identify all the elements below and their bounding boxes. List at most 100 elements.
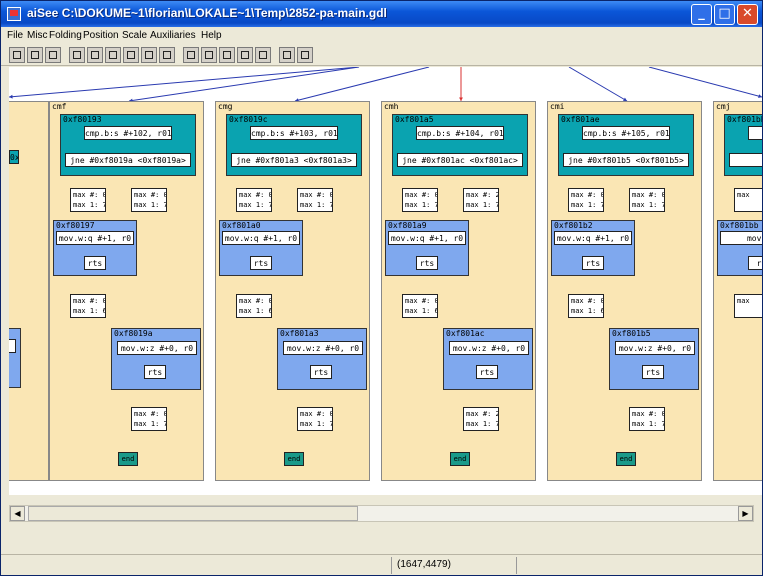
left-basic-block[interactable]: r0 bbox=[9, 328, 21, 388]
basic-block-2-address: 0xf801ac bbox=[446, 329, 485, 338]
rts-instruction: rts bbox=[582, 256, 604, 270]
metric-box-bottom: max #: 0 max 1: 7 bbox=[131, 407, 167, 431]
basic-block-1[interactable]: 0xf801a0 mov.w:q #+1, r0 rts bbox=[219, 220, 303, 276]
zoom-icon[interactable] bbox=[123, 47, 139, 63]
entry-block-address: 0xf80193 bbox=[63, 115, 102, 124]
jne-instruction: jne #0xf8019a <0xf8019a> bbox=[65, 153, 191, 167]
sum-icon[interactable] bbox=[297, 47, 313, 63]
layout-icon[interactable] bbox=[183, 47, 199, 63]
metric-box-left: max #: 0 max 1: 7 bbox=[402, 188, 438, 212]
scroll-left-arrow-icon[interactable]: ◀ bbox=[10, 506, 25, 521]
cluster-cmf[interactable]: cmf 0xf80193 cmp.b:s #+102, r01 jne #0xf… bbox=[49, 101, 204, 481]
metric-box-mid: max #: 0 max 1: 6 bbox=[402, 294, 438, 318]
metric-box-bottom: max #: 0 max 1: 7 bbox=[629, 407, 665, 431]
entry-block[interactable]: 0xf80193 cmp.b:s #+102, r01 jne #0xf8019… bbox=[60, 114, 196, 176]
cluster-cmi[interactable]: cmi 0xf801ae cmp.b:s #+105, r01 jne #0xf… bbox=[547, 101, 702, 481]
basic-block-1[interactable]: 0xf801b2 mov.w:q #+1, r0 rts bbox=[551, 220, 635, 276]
close-button[interactable]: ✕ bbox=[737, 4, 758, 25]
menu-help[interactable]: Help bbox=[201, 30, 222, 41]
end-node[interactable]: end bbox=[284, 452, 304, 466]
window-title: aiSee C:\DOKUME~1\florian\LOKALE~1\Temp\… bbox=[27, 6, 387, 20]
menu-position[interactable]: Position bbox=[83, 30, 119, 41]
minimize-button[interactable]: _ bbox=[691, 4, 712, 25]
cluster-label: cmf bbox=[52, 102, 67, 111]
basic-block-1-address: 0xf801b2 bbox=[554, 221, 593, 230]
entry-block[interactable]: 0xf8019c cmp.b:s #+103, r01 jne #0xf801a… bbox=[226, 114, 362, 176]
end-node[interactable]: end bbox=[450, 452, 470, 466]
title-bar[interactable]: aiSee C:\DOKUME~1\florian\LOKALE~1\Temp\… bbox=[1, 1, 762, 27]
cluster-cmg[interactable]: cmg 0xf8019c cmp.b:s #+103, r01 jne #0xf… bbox=[215, 101, 370, 481]
mov-z-instruction: mov.w:z #+0, r0 bbox=[615, 341, 695, 355]
entry-block-address: 0xf801a5 bbox=[395, 115, 434, 124]
rts-instruction: rts bbox=[310, 365, 332, 379]
basic-block-2[interactable]: 0xf801ac mov.w:z #+0, r0 rts bbox=[443, 328, 533, 390]
edge-in-cmi bbox=[568, 67, 628, 102]
cmp-instruction: cmp.b:s #+102, r01 bbox=[84, 126, 172, 140]
print-icon[interactable] bbox=[45, 47, 61, 63]
scroll-thumb[interactable] bbox=[28, 506, 358, 521]
image-icon[interactable] bbox=[255, 47, 271, 63]
jne-instruction: jne #0xf801a3 <0xf801a3> bbox=[231, 153, 357, 167]
entry-block[interactable]: 0xf801ae cmp.b:s #+105, r01 jne #0xf801b… bbox=[558, 114, 694, 176]
open-file-icon[interactable] bbox=[9, 47, 25, 63]
basic-block-1[interactable]: 0xf801a9 mov.w:q #+1, r0 rts bbox=[385, 220, 469, 276]
status-coordinates: (1647,4479) bbox=[397, 559, 451, 570]
entry-block-address: 0xf8019c bbox=[229, 115, 268, 124]
menu-folding[interactable]: Folding bbox=[49, 30, 82, 41]
menu-misc[interactable]: Misc bbox=[27, 30, 48, 41]
fold-icon[interactable] bbox=[69, 47, 85, 63]
menu-bar: File Misc Folding Position Scale Auxilia… bbox=[1, 27, 762, 44]
basic-block-1[interactable]: 0xf801bb mov.w r bbox=[717, 220, 762, 276]
menu-file[interactable]: File bbox=[7, 30, 23, 41]
mov-z-instruction: mov.w:z #+0, r0 bbox=[449, 341, 529, 355]
cluster-cmj[interactable]: cmj 0xf801bb cmp jne #0 max 0xf801bb mov… bbox=[713, 101, 762, 481]
basic-block-1-address: 0xf801a9 bbox=[388, 221, 427, 230]
crosshair-icon[interactable] bbox=[105, 47, 121, 63]
basic-block-1-address: 0xf801bb bbox=[720, 221, 759, 230]
collapse-icon[interactable] bbox=[159, 47, 175, 63]
entry-block[interactable]: 0xf801a5 cmp.b:s #+104, r01 jne #0xf801a… bbox=[392, 114, 528, 176]
metric-box-mid: max #: 0 max 1: 6 bbox=[236, 294, 272, 318]
scroll-right-arrow-icon[interactable]: ▶ bbox=[738, 506, 753, 521]
metric-box-right: max #: 0 max 1: 7 bbox=[297, 188, 333, 212]
left-jne-instruction: 0x> bbox=[9, 150, 19, 164]
graph-canvas[interactable]: 0x> r0 cmf 0xf80193 cmp.b:s #+102, r01 j… bbox=[9, 67, 762, 495]
metric-box-mid: max #: 0 max 1: 6 bbox=[70, 294, 106, 318]
info-icon[interactable] bbox=[279, 47, 295, 63]
basic-block-2-address: 0xf801b5 bbox=[612, 329, 651, 338]
jne-instruction: jne #0 bbox=[729, 153, 762, 167]
horizontal-scrollbar[interactable]: ◀ ▶ bbox=[9, 505, 754, 522]
rts-instruction: rts bbox=[144, 365, 166, 379]
cmp-instruction: cmp bbox=[748, 126, 762, 140]
basic-block-2[interactable]: 0xf801a3 mov.w:z #+0, r0 rts bbox=[277, 328, 367, 390]
expand-icon[interactable] bbox=[141, 47, 157, 63]
rts-instruction: rts bbox=[250, 256, 272, 270]
maximize-button[interactable]: □ bbox=[714, 4, 735, 25]
app-icon[interactable] bbox=[7, 7, 21, 21]
rotate-icon[interactable] bbox=[219, 47, 235, 63]
metric-box-right: max #: 0 max 1: 7 bbox=[131, 188, 167, 212]
metric-box-bottom: max #: 210 max 1: 7 bbox=[463, 407, 499, 431]
rts-instruction: rts bbox=[642, 365, 664, 379]
basic-block-2[interactable]: 0xf801b5 mov.w:z #+0, r0 rts bbox=[609, 328, 699, 390]
left-mov-instruction: r0 bbox=[9, 339, 16, 353]
metric-box-right: max #: 210 max 1: 7 bbox=[463, 188, 499, 212]
basic-block-1[interactable]: 0xf80197 mov.w:q #+1, r0 rts bbox=[53, 220, 137, 276]
target-icon[interactable] bbox=[237, 47, 253, 63]
end-node[interactable]: end bbox=[616, 452, 636, 466]
save-file-icon[interactable] bbox=[27, 47, 43, 63]
basic-block-2[interactable]: 0xf8019a mov.w:z #+0, r0 rts bbox=[111, 328, 201, 390]
menu-scale[interactable]: Scale bbox=[122, 30, 147, 41]
cluster-fragment-left[interactable]: 0x> r0 bbox=[9, 101, 49, 481]
entry-block[interactable]: 0xf801bb cmp jne #0 bbox=[724, 114, 762, 176]
fit-icon[interactable] bbox=[87, 47, 103, 63]
cluster-label: cmj bbox=[716, 102, 731, 111]
entry-block-address: 0xf801bb bbox=[727, 115, 762, 124]
metric-box-mid: max bbox=[734, 294, 762, 318]
cluster-cmh[interactable]: cmh 0xf801a5 cmp.b:s #+104, r01 jne #0xf… bbox=[381, 101, 536, 481]
entry-block-address: 0xf801ae bbox=[561, 115, 600, 124]
mov-q-instruction: mov.w bbox=[720, 231, 762, 245]
menu-auxiliaries[interactable]: Auxiliaries bbox=[150, 30, 196, 41]
rectangle-icon[interactable] bbox=[201, 47, 217, 63]
end-node[interactable]: end bbox=[118, 452, 138, 466]
